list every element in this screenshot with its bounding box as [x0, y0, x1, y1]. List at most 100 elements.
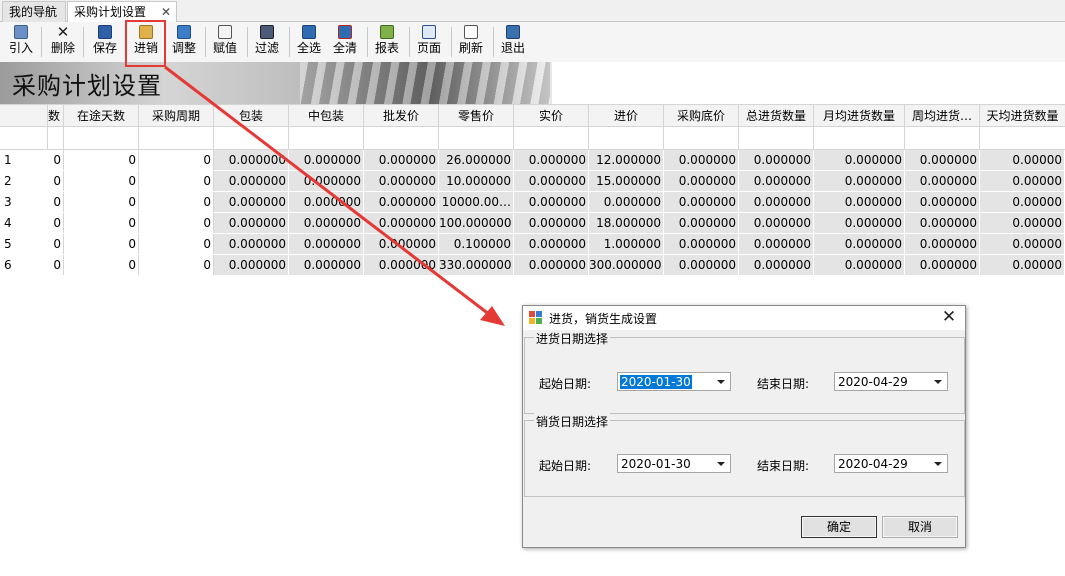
- ok-button[interactable]: 确定: [801, 516, 877, 538]
- table-cell[interactable]: 0: [139, 171, 214, 191]
- table-cell[interactable]: 0.000000: [739, 150, 814, 170]
- row-number[interactable]: 4: [0, 213, 48, 233]
- table-cell[interactable]: 0.00000: [980, 234, 1065, 254]
- filter-cell[interactable]: [48, 127, 64, 149]
- chevron-down-icon[interactable]: [717, 462, 725, 466]
- close-icon[interactable]: ✕: [161, 2, 171, 22]
- table-cell[interactable]: 0.000000: [589, 192, 664, 212]
- table-cell[interactable]: 0.000000: [514, 171, 589, 191]
- table-cell[interactable]: 0.000000: [905, 192, 980, 212]
- table-cell[interactable]: 15.000000: [589, 171, 664, 191]
- table-cell[interactable]: 0: [48, 255, 64, 275]
- filter-cell[interactable]: [905, 127, 980, 149]
- select-all-button[interactable]: 全选: [292, 24, 326, 60]
- close-icon[interactable]: ✕: [939, 307, 959, 327]
- refresh-button[interactable]: 刷新: [454, 24, 488, 60]
- table-cell[interactable]: 0.000000: [514, 213, 589, 233]
- table-cell[interactable]: 0.000000: [214, 255, 289, 275]
- filter-button[interactable]: 过滤: [250, 24, 284, 60]
- table-cell[interactable]: 0.000000: [814, 171, 905, 191]
- column-header[interactable]: 实价: [514, 105, 589, 127]
- table-row[interactable]: 5 0 0 0 0.000000 0.000000 0.000000 0.100000 0.00…: [0, 234, 1065, 255]
- table-cell[interactable]: 0.000000: [514, 234, 589, 254]
- filter-cell[interactable]: [589, 127, 664, 149]
- table-cell[interactable]: 12.000000: [589, 150, 664, 170]
- table-cell[interactable]: 1.000000: [589, 234, 664, 254]
- table-cell[interactable]: 0.000000: [814, 213, 905, 233]
- filter-cell[interactable]: [214, 127, 289, 149]
- column-header[interactable]: 零售价: [439, 105, 514, 127]
- table-cell[interactable]: 0: [139, 234, 214, 254]
- table-cell[interactable]: 0.000000: [214, 192, 289, 212]
- filter-cell[interactable]: [64, 127, 139, 149]
- table-cell[interactable]: 0: [48, 150, 64, 170]
- chevron-down-icon[interactable]: [717, 380, 725, 384]
- save-button[interactable]: 保存: [88, 24, 122, 60]
- import-button[interactable]: 引入: [4, 24, 38, 60]
- table-cell[interactable]: 0.000000: [289, 171, 364, 191]
- sales-end-date-combo[interactable]: 2020-04-29: [834, 454, 948, 473]
- table-cell[interactable]: 0.000000: [664, 150, 739, 170]
- column-header[interactable]: 采购底价: [664, 105, 739, 127]
- report-button[interactable]: 报表: [370, 24, 404, 60]
- filter-cell[interactable]: [664, 127, 739, 149]
- table-row[interactable]: 1 0 0 0 0.000000 0.000000 0.000000 26.000000 0.0…: [0, 150, 1065, 171]
- table-cell[interactable]: 0.000000: [905, 150, 980, 170]
- table-cell[interactable]: 0.00000: [980, 213, 1065, 233]
- table-cell[interactable]: 0: [48, 234, 64, 254]
- table-cell[interactable]: 0: [48, 171, 64, 191]
- page-button[interactable]: 页面: [412, 24, 446, 60]
- row-number[interactable]: 3: [0, 192, 48, 212]
- table-cell[interactable]: 0.000000: [814, 192, 905, 212]
- table-cell[interactable]: 0.000000: [364, 255, 439, 275]
- table-cell[interactable]: 0.000000: [905, 234, 980, 254]
- purchase-end-date-combo[interactable]: 2020-04-29: [834, 372, 948, 391]
- table-cell[interactable]: 0.100000: [439, 234, 514, 254]
- table-cell[interactable]: 0.000000: [289, 234, 364, 254]
- table-cell[interactable]: 0.000000: [289, 213, 364, 233]
- row-number[interactable]: 5: [0, 234, 48, 254]
- filter-cell[interactable]: [739, 127, 814, 149]
- table-cell[interactable]: 0.000000: [905, 255, 980, 275]
- table-cell[interactable]: 0.000000: [364, 234, 439, 254]
- table-cell[interactable]: 0.000000: [814, 255, 905, 275]
- table-cell[interactable]: 0.000000: [364, 192, 439, 212]
- table-cell[interactable]: 0.00000: [980, 171, 1065, 191]
- table-cell[interactable]: 0.000000: [514, 150, 589, 170]
- table-cell[interactable]: 0.000000: [214, 213, 289, 233]
- table-cell[interactable]: 0.00000: [980, 150, 1065, 170]
- table-cell[interactable]: 0.000000: [289, 255, 364, 275]
- column-header[interactable]: 中包装: [289, 105, 364, 127]
- table-cell[interactable]: 0.000000: [364, 213, 439, 233]
- table-cell[interactable]: 0.000000: [214, 171, 289, 191]
- exit-button[interactable]: 退出: [496, 24, 530, 60]
- table-cell[interactable]: 0: [139, 213, 214, 233]
- table-cell[interactable]: 10.000000: [439, 171, 514, 191]
- table-cell[interactable]: 0.000000: [814, 150, 905, 170]
- filter-cell[interactable]: [139, 127, 214, 149]
- row-number[interactable]: 6: [0, 255, 48, 275]
- table-row[interactable]: 3 0 0 0 0.000000 0.000000 0.000000 10000.00… 0.0…: [0, 192, 1065, 213]
- row-number[interactable]: 1: [0, 150, 48, 170]
- filter-cell[interactable]: [289, 127, 364, 149]
- table-row[interactable]: 4 0 0 0 0.000000 0.000000 0.000000 100.000000 0.…: [0, 213, 1065, 234]
- table-cell[interactable]: 0.000000: [214, 234, 289, 254]
- table-cell[interactable]: 0.000000: [664, 255, 739, 275]
- table-cell[interactable]: 0.000000: [739, 213, 814, 233]
- table-cell[interactable]: 0.000000: [664, 213, 739, 233]
- table-cell[interactable]: 0.000000: [289, 150, 364, 170]
- table-cell[interactable]: 0.000000: [664, 234, 739, 254]
- sales-start-date-combo[interactable]: 2020-01-30: [617, 454, 731, 473]
- column-header[interactable]: 周均进货…: [905, 105, 980, 127]
- table-cell[interactable]: 18.000000: [589, 213, 664, 233]
- table-cell[interactable]: 0.000000: [739, 234, 814, 254]
- column-header[interactable]: 进价: [589, 105, 664, 127]
- table-cell[interactable]: 0.000000: [739, 192, 814, 212]
- filter-cell[interactable]: [980, 127, 1065, 149]
- table-row[interactable]: 2 0 0 0 0.000000 0.000000 0.000000 10.000000 0.0…: [0, 171, 1065, 192]
- cancel-button[interactable]: 取消: [882, 516, 958, 538]
- row-number[interactable]: 2: [0, 171, 48, 191]
- table-cell[interactable]: 0.000000: [364, 171, 439, 191]
- filter-cell[interactable]: [364, 127, 439, 149]
- table-cell[interactable]: 0.000000: [664, 192, 739, 212]
